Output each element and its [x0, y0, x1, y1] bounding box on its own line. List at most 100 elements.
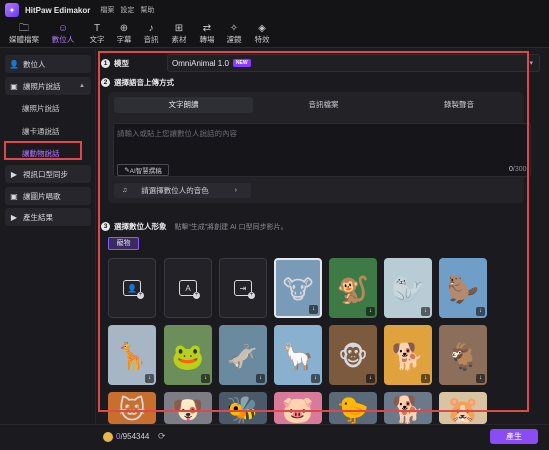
- download-icon[interactable]: ↓: [366, 307, 375, 316]
- avatar-tile[interactable]: 🐕 ↓: [384, 325, 432, 385]
- goat-icon: 🐐: [446, 341, 480, 372]
- avatar-tile[interactable]: 🦒 ↓: [108, 325, 156, 385]
- avatar-tile[interactable]: 🐒 ↓: [329, 258, 377, 318]
- video-icon: ▶: [10, 169, 18, 179]
- tab-assets[interactable]: ⊞ 素材: [166, 22, 192, 45]
- seal-icon: 🦭: [391, 274, 425, 305]
- tab-transition[interactable]: ⇄ 轉場: [194, 22, 220, 45]
- generate-button[interactable]: 產生: [490, 429, 538, 444]
- upload-avatar-icon: 👤 +: [123, 280, 144, 299]
- model-value: OmniAnimal 1.0: [172, 58, 229, 68]
- model-section: 1 模型: [101, 56, 129, 70]
- plus-icon: +: [248, 292, 255, 299]
- download-icon[interactable]: ↓: [311, 374, 320, 383]
- step-number: 2: [101, 78, 110, 87]
- assets-icon: ⊞: [174, 23, 184, 34]
- avatar-tile[interactable]: 🐶: [164, 392, 212, 424]
- avatar-tile[interactable]: 🐝: [219, 392, 267, 424]
- tab-audio[interactable]: ♪ 音訊: [138, 22, 164, 45]
- tab-media[interactable]: 🗀 媒體檔案: [8, 22, 40, 45]
- highland-cow-icon: 🐮: [282, 274, 314, 305]
- upload-section: 2 選擇語音上傳方式: [101, 77, 174, 88]
- effects-icon: ◈: [258, 23, 266, 34]
- sidebar-item-lip-sync[interactable]: ▶ 視訊口型同步: [5, 165, 91, 183]
- avatar-tile[interactable]: 🐮 ↓: [274, 258, 322, 318]
- avatar-tile[interactable]: 🐹: [439, 392, 487, 424]
- sidebar-item-results[interactable]: ▶ 產生結果: [5, 208, 91, 226]
- new-badge: NEW: [232, 59, 251, 67]
- folder-play-icon: ▶: [10, 212, 18, 222]
- model-label: 模型: [114, 58, 129, 68]
- avatar-action-tile[interactable]: 👤 +: [108, 258, 156, 318]
- donkey-icon: 🫏: [226, 341, 260, 372]
- avatar-tile[interactable]: 🐕: [384, 392, 432, 424]
- tab-subtitle[interactable]: ⊕ 字幕: [111, 22, 137, 45]
- avatar-tile[interactable]: 🐷: [274, 392, 322, 424]
- download-icon[interactable]: ↓: [201, 374, 210, 383]
- menu-help[interactable]: 幫助: [140, 5, 154, 15]
- sidebar-item-digital-human[interactable]: 👤 數位人: [5, 55, 91, 73]
- cat-icon: 🐱: [118, 394, 146, 424]
- avatar-tile[interactable]: 🐤: [329, 392, 377, 424]
- download-icon[interactable]: ↓: [421, 374, 430, 383]
- app-title: HitPaw Edimakor: [25, 5, 91, 15]
- chevron-up-icon: ▲: [79, 83, 85, 89]
- model-select[interactable]: OmniAnimal 1.0 NEW ▾: [167, 54, 540, 72]
- app-logo-icon: ✦: [5, 3, 19, 17]
- avatar-action-tile[interactable]: ⇥ +: [219, 258, 267, 318]
- menu-file[interactable]: 檔案: [100, 5, 114, 15]
- transition-icon: ⇄: [202, 23, 212, 34]
- tab-effects[interactable]: ◈ 特效: [249, 22, 275, 45]
- dog-icon: 🐶: [171, 394, 205, 424]
- tab-filter[interactable]: ✧ 濾鏡: [221, 22, 247, 45]
- music-icon: ♪: [148, 23, 154, 34]
- tab-audio-file[interactable]: 音訊檔案: [254, 97, 393, 113]
- voice-person-icon: ♫: [122, 187, 128, 194]
- subtitle-icon: ⊕: [119, 23, 129, 34]
- sidebar-sub-photo[interactable]: 讓照片說話: [22, 103, 60, 114]
- download-icon[interactable]: ↓: [476, 374, 485, 383]
- ai-write-button[interactable]: ✎ AI智慧撰稿: [117, 164, 169, 176]
- tab-text[interactable]: T 文字: [84, 22, 110, 45]
- avatar-tile[interactable]: 🦫 ↓: [439, 258, 487, 318]
- download-icon[interactable]: ↓: [256, 374, 265, 383]
- avatar-tile[interactable]: 🦭 ↓: [384, 258, 432, 318]
- download-icon[interactable]: ↓: [309, 305, 318, 314]
- avatar-tile[interactable]: 🦙 ↓: [274, 325, 322, 385]
- sidebar-item-talking-photo[interactable]: ▣ 讓照片說話 ▲: [5, 77, 91, 95]
- sidebar-item-sing[interactable]: ▣ 讓圖片唱歌: [5, 187, 91, 205]
- sidebar-sub-cartoon[interactable]: 讓卡通說話: [22, 126, 60, 137]
- image-icon: ▣: [10, 81, 18, 91]
- bee-icon: 🐝: [226, 394, 260, 424]
- refresh-icon[interactable]: ⟳: [158, 431, 166, 442]
- person-icon: 👤: [9, 59, 19, 69]
- import-icon: ⇥ +: [234, 280, 255, 299]
- image-music-icon: ▣: [10, 191, 18, 201]
- avatar-tile[interactable]: 🫏 ↓: [219, 325, 267, 385]
- avatar-tile[interactable]: 🐵 ↓: [329, 325, 377, 385]
- tab-text-to-speech[interactable]: 文字朗讀: [114, 97, 253, 113]
- avatar-tile[interactable]: 🐐 ↓: [439, 325, 487, 385]
- digital-human-icon: ☺: [57, 23, 69, 34]
- tab-digital-human[interactable]: ☺ 數位人: [50, 22, 76, 45]
- download-icon[interactable]: ↓: [145, 374, 154, 383]
- text-icon: T: [93, 23, 101, 34]
- menu-settings[interactable]: 設定: [120, 5, 134, 15]
- avatar-tile[interactable]: 🐱: [108, 392, 156, 424]
- step-number: 1: [101, 58, 110, 68]
- tab-record-voice[interactable]: 錄製聲音: [394, 97, 524, 113]
- step-number: 3: [101, 222, 110, 231]
- avatar-section: 3 選擇數位人形象 點擊“生成”將創建 AI 口型同步影片。: [101, 221, 288, 232]
- download-icon[interactable]: ↓: [476, 307, 485, 316]
- avatar-label: 選擇數位人形象: [114, 222, 167, 231]
- avatar-tile[interactable]: 🐸 ↓: [164, 325, 212, 385]
- category-pets[interactable]: 寵物: [108, 237, 139, 250]
- voice-select-button[interactable]: ♫ 請選擇數位人的音色 ›: [114, 183, 251, 198]
- credits: 0/954344: [116, 432, 150, 441]
- ai-generate-icon: A +: [179, 280, 200, 299]
- download-icon[interactable]: ↓: [421, 307, 430, 316]
- download-icon[interactable]: ↓: [366, 374, 375, 383]
- avatar-action-tile[interactable]: A +: [164, 258, 212, 318]
- tool-tabs: 🗀 媒體檔案 ☺ 數位人 T 文字 ⊕ 字幕 ♪ 音訊 ⊞ 素材 ⇄ 轉場 ✧ …: [0, 20, 549, 48]
- plus-icon: +: [193, 292, 200, 299]
